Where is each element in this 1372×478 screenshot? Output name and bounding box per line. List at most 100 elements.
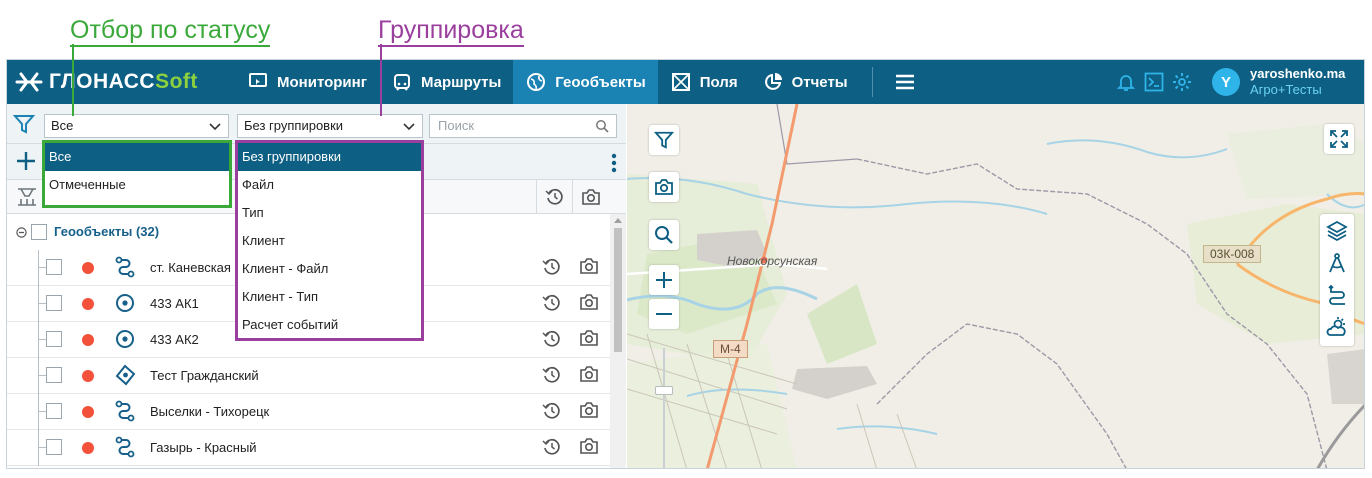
road-label-03k008: 03К-008 (1203, 245, 1262, 263)
map-filter-button[interactable] (649, 125, 679, 155)
history-icon[interactable] (542, 437, 562, 457)
route-icon (115, 436, 135, 458)
nav-separator (871, 67, 873, 97)
map-search-button[interactable] (649, 220, 679, 250)
add-icon[interactable] (15, 150, 37, 172)
user-name[interactable]: yaroshenko.ma (1250, 66, 1345, 81)
layers-icon (1326, 220, 1348, 242)
nav-fields[interactable]: Поля (658, 60, 750, 104)
point-icon (116, 294, 134, 312)
chevron-down-icon (403, 123, 415, 131)
camera-icon[interactable] (579, 293, 599, 311)
table-row[interactable]: Газырь - Красный (7, 430, 610, 466)
history-icon[interactable] (542, 257, 562, 277)
route-icon (115, 400, 135, 422)
fields-icon (670, 71, 692, 93)
more-options-icon[interactable] (611, 153, 617, 173)
row-checkbox[interactable] (46, 331, 62, 347)
row-checkbox[interactable] (46, 259, 62, 275)
console-button[interactable] (1143, 71, 1165, 93)
filter-icon[interactable] (13, 113, 35, 135)
main-nav: Мониторинг Маршруты Геообъекты Поля Отче… (235, 60, 927, 104)
tree-line (38, 250, 39, 286)
status-filter-select[interactable]: Все (44, 114, 229, 138)
row-checkbox[interactable] (46, 367, 62, 383)
status-option-marked[interactable]: Отмеченные (45, 171, 229, 199)
zoom-out-button[interactable] (649, 299, 679, 329)
history-icon[interactable] (542, 365, 562, 385)
camera-icon[interactable] (579, 257, 599, 275)
group-option-file[interactable]: Файл (238, 171, 421, 199)
table-row[interactable]: Выселки - Тихорецк (7, 394, 610, 430)
group-option-client[interactable]: Клиент (238, 227, 421, 255)
table-row[interactable]: Тест Гражданский (7, 358, 610, 394)
row-checkbox[interactable] (46, 439, 62, 455)
nav-monitoring[interactable]: Мониторинг (235, 60, 379, 104)
app-logo[interactable]: ГЛОНАССSoft (15, 69, 198, 95)
menu-button[interactable] (883, 60, 927, 104)
select-all-checkbox[interactable] (31, 224, 47, 240)
avatar[interactable]: Y (1212, 68, 1240, 96)
weather-button[interactable] (1325, 315, 1349, 339)
tree-line (38, 358, 39, 394)
status-dot (82, 406, 94, 418)
zoom-slider-track[interactable] (663, 348, 665, 468)
measure-button[interactable] (1325, 251, 1349, 275)
map-view[interactable]: Новокорсунская М-4 03К-008 (627, 104, 1364, 468)
history-column-header[interactable] (536, 180, 572, 214)
row-checkbox[interactable] (46, 295, 62, 311)
history-icon[interactable] (542, 329, 562, 349)
tree-line (38, 411, 46, 412)
tree-line (38, 447, 46, 448)
scroll-up-icon[interactable] (614, 217, 622, 223)
route-icon (115, 256, 135, 278)
group-option-client-type[interactable]: Клиент - Тип (238, 283, 421, 311)
status-option-all[interactable]: Все (45, 143, 229, 171)
row-checkbox[interactable] (46, 403, 62, 419)
weather-icon (1326, 317, 1346, 336)
map-tools (1320, 214, 1354, 346)
nav-routes-label: Маршруты (420, 73, 502, 91)
route-tool-button[interactable] (1325, 283, 1349, 307)
snapshot-column-header[interactable] (572, 180, 608, 214)
list-scrollbar[interactable] (610, 214, 626, 468)
map-snapshot-button[interactable] (649, 172, 679, 202)
annotation-pointer-grouping (380, 44, 382, 116)
row-label: Выселки - Тихорецк (150, 404, 270, 419)
expand-icon (1330, 130, 1348, 148)
map-background (627, 104, 1364, 468)
nav-reports[interactable]: Отчеты (750, 60, 860, 104)
zoom-slider-knob[interactable] (655, 386, 673, 395)
search-input[interactable]: Поиск (429, 114, 617, 138)
monitoring-icon (247, 71, 269, 93)
group-option-type[interactable]: Тип (238, 199, 421, 227)
nav-geoobjects-label: Геообъекты (555, 73, 646, 91)
scrollbar-thumb[interactable] (614, 228, 622, 352)
history-icon[interactable] (542, 293, 562, 313)
status-filter-value: Все (51, 118, 74, 133)
camera-icon[interactable] (579, 329, 599, 347)
group-option-client-file[interactable]: Клиент - Файл (238, 255, 421, 283)
annotation-grouping: Группировка (378, 16, 524, 47)
camera-icon[interactable] (579, 401, 599, 419)
history-icon[interactable] (542, 401, 562, 421)
layers-button[interactable] (1325, 219, 1349, 243)
settings-button[interactable] (1171, 71, 1193, 93)
group-option-events[interactable]: Расчет событий (238, 311, 421, 339)
zoom-in-button[interactable] (649, 265, 679, 295)
zoom-in-icon (656, 272, 672, 288)
grouping-select[interactable]: Без группировки (237, 114, 423, 138)
terminal-icon (1144, 72, 1164, 92)
screenshot-root: Отбор по статусу Группировка ГЛОНАССSoft (0, 0, 1372, 478)
notifications-button[interactable] (1115, 71, 1137, 93)
column-settings-icon[interactable] (17, 187, 37, 207)
nav-geoobjects[interactable]: Геообъекты (513, 60, 658, 104)
collapse-icon[interactable] (16, 227, 27, 238)
camera-icon[interactable] (579, 365, 599, 383)
camera-icon (655, 179, 673, 195)
nav-routes[interactable]: Маршруты (379, 60, 513, 104)
route-builder-icon (1328, 284, 1345, 305)
fullscreen-button[interactable] (1324, 124, 1354, 154)
group-option-none[interactable]: Без группировки (238, 143, 421, 171)
camera-icon[interactable] (579, 437, 599, 455)
